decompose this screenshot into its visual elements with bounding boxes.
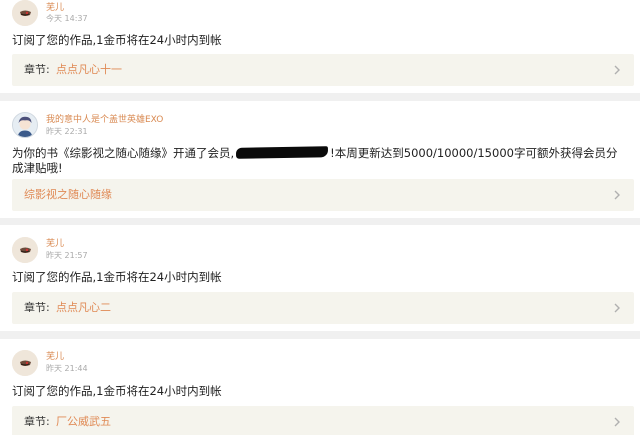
notification-card: 芜儿 昨天 21:57 订阅了您的作品,1金币将在24小时内到帐 章节: 点点凡… [0, 225, 640, 331]
chapter-link[interactable]: 章节: 点点凡心十一 [12, 54, 634, 86]
avatar[interactable] [12, 112, 38, 138]
user-name[interactable]: 我的意中人是个盖世英雄EXO [46, 115, 163, 126]
redaction-mark [236, 146, 329, 159]
timestamp: 昨天 22:31 [46, 127, 88, 136]
message-part-before: 为你的书《综影视之随心随缘》开通了会员, [12, 146, 235, 160]
cup-avatar-icon [12, 350, 38, 376]
notification-feed: 芜儿 今天 14:37 订阅了您的作品,1金币将在24小时内到帐 章节: 点点凡… [0, 0, 640, 435]
chevron-right-icon [612, 301, 622, 315]
anime-avatar-icon [13, 113, 37, 137]
message-text: 订阅了您的作品,1金币将在24小时内到帐 [12, 33, 222, 47]
chapter-title: 点点凡心十一 [56, 63, 122, 76]
chapter-title: 点点凡心二 [56, 301, 111, 314]
chapter-link[interactable]: 综影视之随心随缘 [12, 179, 634, 211]
timestamp: 今天 14:37 [46, 14, 88, 23]
chevron-right-icon [612, 63, 622, 77]
chapter-prefix: 章节: [24, 301, 50, 314]
timestamp: 昨天 21:57 [46, 251, 88, 260]
notification-card: 芜儿 今天 14:37 订阅了您的作品,1金币将在24小时内到帐 章节: 点点凡… [0, 0, 640, 93]
message-text: 订阅了您的作品,1金币将在24小时内到帐 [12, 384, 222, 398]
avatar[interactable] [12, 237, 38, 263]
avatar[interactable] [12, 350, 38, 376]
user-name[interactable]: 芜儿 [46, 239, 64, 250]
avatar[interactable] [12, 0, 38, 26]
chapter-title: 综影视之随心随缘 [24, 188, 112, 201]
cup-avatar-icon [12, 0, 38, 26]
chapter-prefix: 章节: [24, 63, 50, 76]
notification-card: 我的意中人是个盖世英雄EXO 昨天 22:31 为你的书《综影视之随心随缘》开通… [0, 101, 640, 218]
chapter-link[interactable]: 章节: 厂公威武五 [12, 406, 634, 435]
chevron-right-icon [612, 415, 622, 429]
user-name[interactable]: 芜儿 [46, 352, 64, 363]
chapter-link[interactable]: 章节: 点点凡心二 [12, 292, 634, 324]
cup-avatar-icon [12, 237, 38, 263]
message-text: 为你的书《综影视之随心随缘》开通了会员, !本周更新达到5000/10000/15… [12, 146, 628, 176]
chapter-title: 厂公威武五 [56, 415, 111, 428]
notification-card: 芜儿 昨天 21:44 订阅了您的作品,1金币将在24小时内到帐 章节: 厂公威… [0, 339, 640, 435]
message-text: 订阅了您的作品,1金币将在24小时内到帐 [12, 270, 222, 284]
user-name[interactable]: 芜儿 [46, 3, 64, 14]
chevron-right-icon [612, 188, 622, 202]
timestamp: 昨天 21:44 [46, 364, 88, 373]
chapter-prefix: 章节: [24, 415, 50, 428]
